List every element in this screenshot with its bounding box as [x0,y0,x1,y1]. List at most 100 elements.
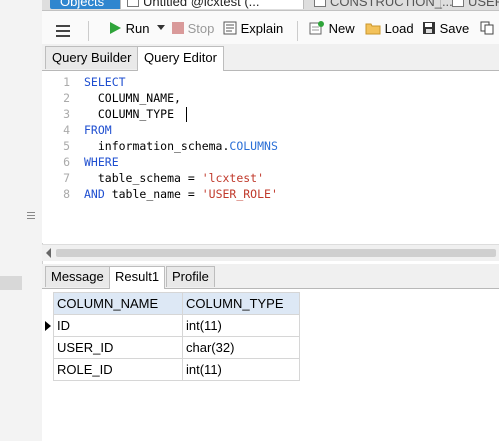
save-icon [423,22,435,34]
save-label: Save [439,21,470,36]
sql-text: COLUMN_NAME, [84,91,181,105]
tab-message-label: Message [51,269,104,284]
run-button[interactable]: Run [108,20,166,38]
table-row[interactable]: ID int(11) [53,314,300,337]
tab-objects-label: Objects [60,0,105,9]
tab-profile-label: Profile [172,269,209,284]
sql-text: information_schema. [84,139,230,153]
load-label: Load [384,21,414,36]
tab-result1-label: Result1 [115,269,160,284]
editor-tab-bar: Query Builder Query Editor [42,44,499,71]
result-grid: COLUMN_NAME COLUMN_TYPE ID int(11) USER_… [42,289,499,441]
code-line: COLUMN_TYPE [84,107,174,121]
line-number: 5 [63,139,70,153]
table-header-row: COLUMN_NAME COLUMN_TYPE [53,292,300,315]
scroll-left-icon[interactable] [46,248,51,258]
sql-keyword: SELECT [84,75,126,89]
document-tab-bar: Objects Untitled @lcxtest (... CONSTRUCT… [42,0,499,11]
result-table: COLUMN_NAME COLUMN_TYPE ID int(11) USER_… [53,292,300,381]
copy-icon [480,21,494,35]
code-line: COLUMN_NAME, [84,91,181,105]
line-number: 8 [63,187,70,201]
tab-construction-label: CONSTRUCTION_... [330,0,453,9]
query-toolbar: Run Stop Explain New Load Save [42,11,499,45]
table-cell[interactable]: char(32) [182,336,300,359]
text-cursor [186,107,187,122]
line-number: 2 [63,91,70,105]
new-label: New [328,21,355,36]
new-button[interactable]: New [309,20,355,38]
tab-query-editor-label: Query Editor [144,50,217,65]
tab-user[interactable]: USER @lcx... [446,0,499,9]
play-icon [110,22,121,34]
sql-keyword: AND [84,187,105,201]
explain-icon [223,21,237,35]
sql-text: table_name = [104,187,202,201]
line-number: 7 [63,171,70,185]
line-number: 3 [63,107,70,121]
tab-construction[interactable]: CONSTRUCTION_... [308,0,453,9]
table-cell[interactable]: ID [53,314,183,337]
tab-objects[interactable]: Objects [50,0,124,9]
code-line: SELECT [84,75,126,89]
line-number: 1 [63,75,70,89]
stop-label: Stop [187,21,215,36]
tab-untitled-query[interactable]: Untitled @lcxtest (... [120,0,304,9]
load-button[interactable]: Load [365,20,414,38]
current-row-marker-icon [45,321,51,331]
code-line: AND table_name = 'USER_ROLE' [84,187,278,201]
line-number: 4 [63,123,70,137]
column-header[interactable]: COLUMN_NAME [53,292,183,315]
code-line: table_schema = 'lcxtest' [84,171,264,185]
copy-button[interactable] [480,20,494,38]
sql-string-literal: 'lcxtest' [201,171,265,185]
code-line: FROM [84,123,112,137]
table-icon [314,0,326,7]
table-icon [452,0,464,7]
result-tab-bar: Message Result1 Profile [42,264,499,289]
hamburger-menu-icon[interactable] [56,25,70,37]
toolbar-divider [297,21,298,41]
chevron-down-icon[interactable] [157,25,166,31]
sql-keyword: FROM [84,123,112,137]
table-cell[interactable]: ROLE_ID [53,358,183,381]
table-row[interactable]: USER_ID char(32) [53,336,300,359]
sql-text: table_schema = [84,171,202,185]
splitter-grip-icon[interactable] [27,210,35,222]
sql-editor[interactable]: 1 SELECT 2 COLUMN_NAME, 3 COLUMN_TYPE 4 FROM 5… [42,71,499,243]
code-line: information_schema.COLUMNS [84,139,278,153]
horizontal-scrollbar[interactable] [42,244,499,261]
run-label: Run [125,21,150,36]
scrollbar-thumb[interactable] [56,249,496,257]
tab-message[interactable]: Message [45,266,110,287]
tab-query-editor[interactable]: Query Editor [137,46,224,71]
table-cell[interactable]: int(11) [182,314,300,337]
explain-label: Explain [240,21,284,36]
table-icon [127,0,139,7]
folder-icon [365,23,381,35]
tab-profile[interactable]: Profile [166,266,215,287]
sql-keyword: WHERE [84,155,119,169]
tab-query-builder[interactable]: Query Builder [45,46,139,69]
stop-button[interactable]: Stop [172,20,214,38]
column-header[interactable]: COLUMN_TYPE [182,292,300,315]
line-number: 6 [63,155,70,169]
tab-untitled-label: Untitled @lcxtest (... [143,0,260,9]
sql-text: COLUMN_TYPE [84,107,175,121]
save-button[interactable]: Save [422,20,469,38]
table-row[interactable]: ROLE_ID int(11) [53,358,300,381]
left-side-panel [0,0,43,441]
table-cell[interactable]: int(11) [182,358,300,381]
tab-result1[interactable]: Result1 [109,266,166,289]
code-line: WHERE [84,155,119,169]
table-cell[interactable]: USER_ID [53,336,183,359]
tab-user-label: USER @lcx... [468,0,499,9]
sql-string-literal: 'USER_ROLE' [201,187,278,201]
new-query-icon [309,21,324,35]
explain-button[interactable]: Explain [223,20,283,38]
toolbar-divider [88,21,89,41]
tab-query-builder-label: Query Builder [52,50,132,65]
left-panel-selection[interactable] [0,276,22,290]
sql-identifier: COLUMNS [229,139,278,153]
stop-icon [172,22,184,34]
